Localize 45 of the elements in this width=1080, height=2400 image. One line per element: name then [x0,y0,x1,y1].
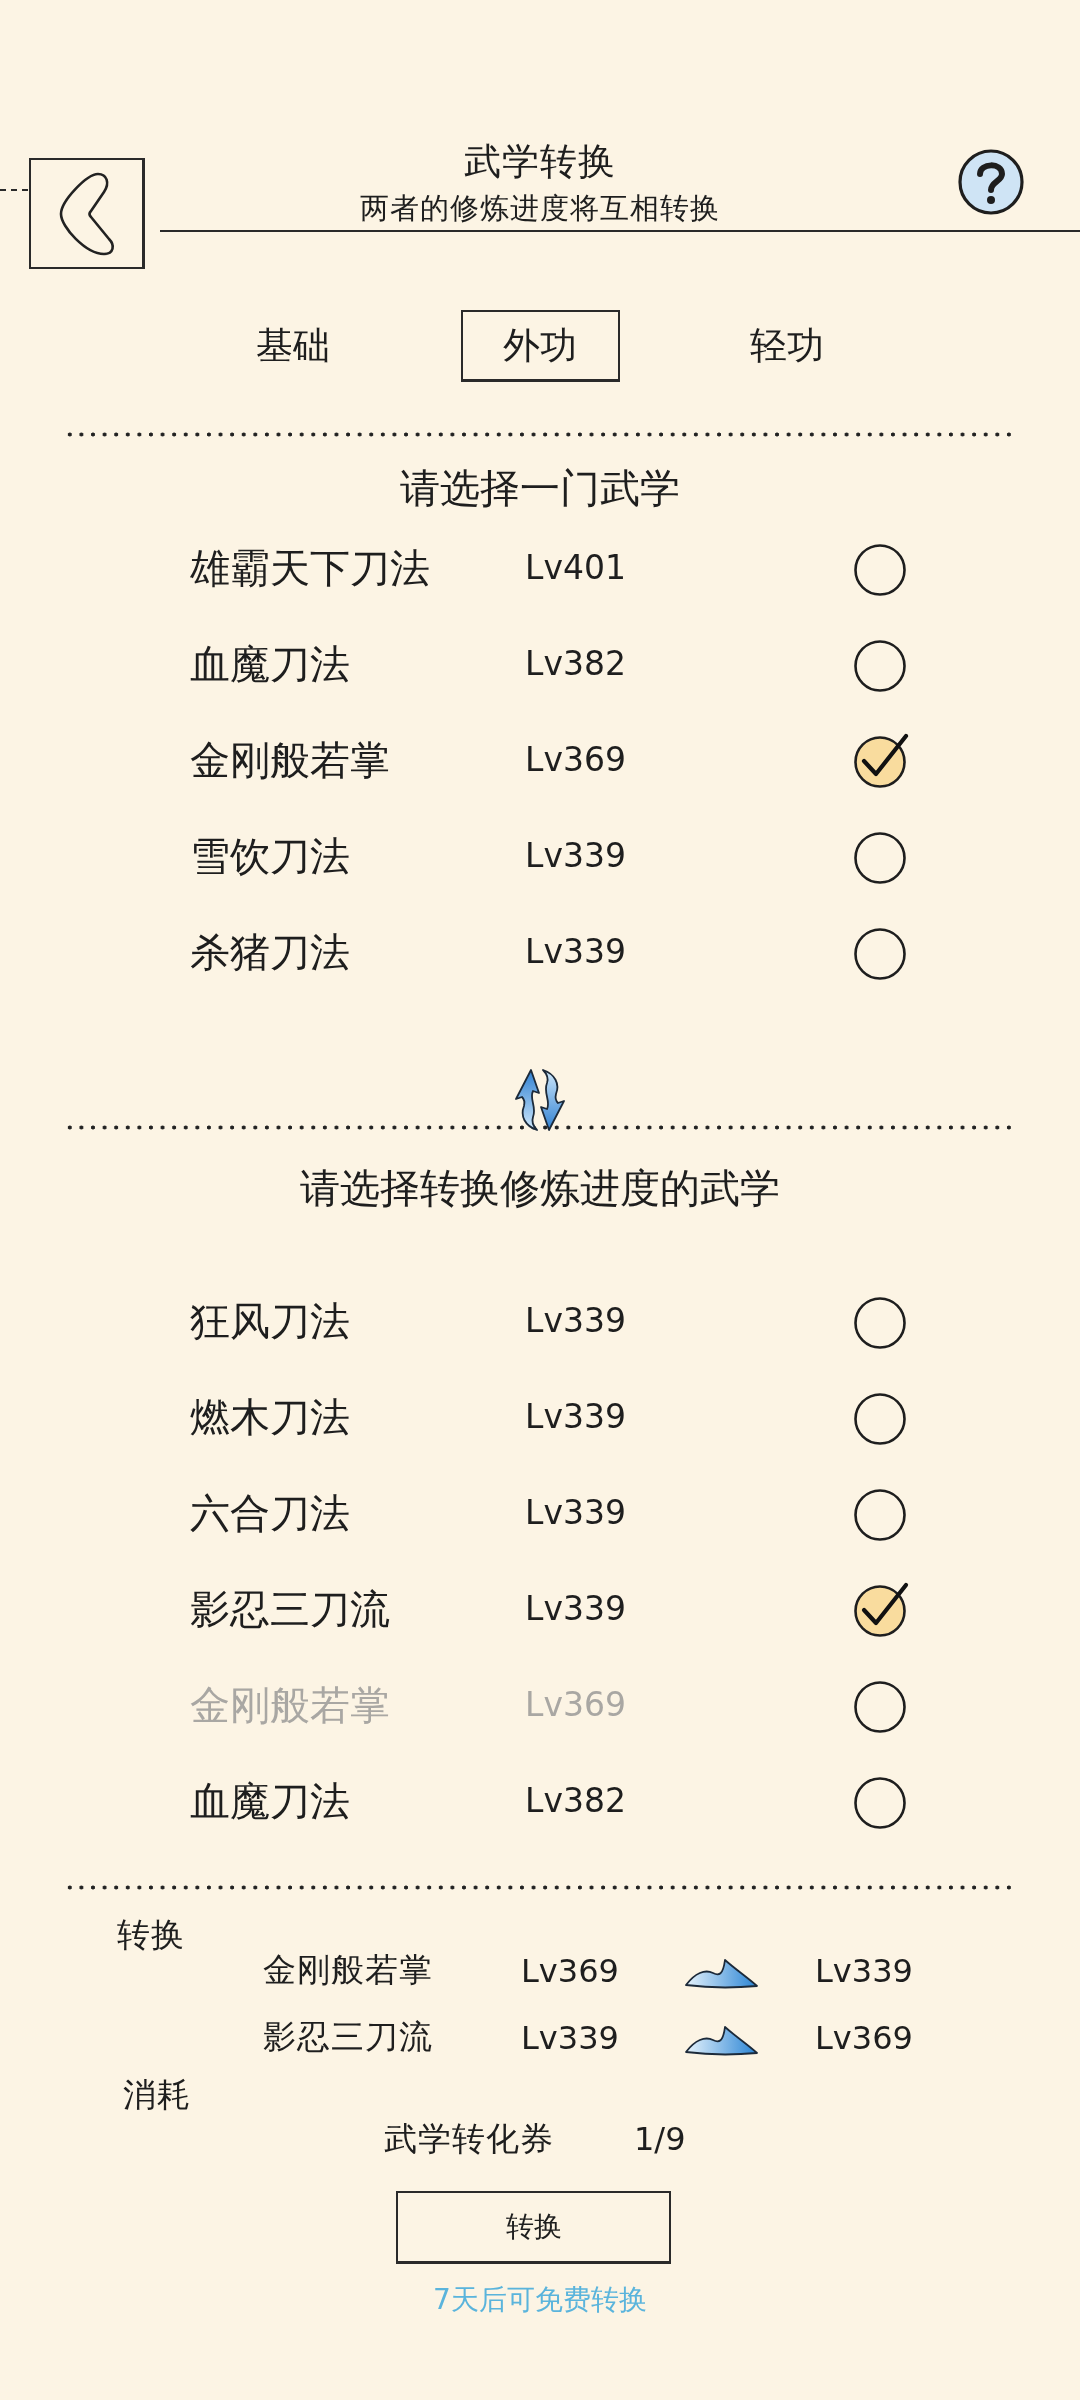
skill-level: Lv382 [525,1780,627,1822]
convert-button[interactable]: 转换 [396,2191,671,2264]
skill-name: 影忍三刀流 [263,2016,434,2058]
skill-name: 杀猪刀法 [190,928,351,977]
free-convert-note: 7天后可免费转换 [433,2283,647,2316]
tab[interactable]: 轻功 [707,310,867,382]
page-title: 武学转换 [463,142,617,182]
skill-level: Lv382 [525,643,627,685]
skill-name: 金刚般若掌 [190,1681,391,1730]
skill-level: Lv339 [525,1396,627,1438]
page-subtitle: 两者的修炼进度将互相转换 [360,190,720,226]
skill-level: Lv339 [525,931,627,973]
tab[interactable]: 外功 [460,310,620,382]
radio-button[interactable] [853,1580,911,1638]
skill-name: 六合刀法 [190,1489,351,1538]
skill-level: Lv339 [525,1300,627,1342]
skill-level: Lv339 [525,835,627,877]
skill-name: 雄霸天下刀法 [190,544,431,593]
skill-name: 燃木刀法 [190,1393,351,1442]
skill-level: Lv369 [521,1951,620,1990]
skill-name: 血魔刀法 [190,640,351,689]
section-title: 请选择转换修炼进度的武学 [300,1164,780,1213]
section-label: 转换 [117,1914,185,1956]
radio-button[interactable] [853,731,911,789]
skill-name: 雪饮刀法 [190,832,351,881]
skill-name: 影忍三刀流 [190,1585,391,1634]
skill-level: Lv369 [525,739,627,781]
skill-name: 金刚般若掌 [263,1949,434,1991]
skill-name: 金刚般若掌 [190,736,391,785]
section-label: 消耗 [123,2074,191,2116]
skill-level: Lv401 [525,547,627,589]
skill-level: Lv369 [815,2018,913,2057]
back-button[interactable] [29,158,145,269]
section-title: 请选择一门武学 [400,464,680,513]
skill-level: Lv369 [525,1684,627,1726]
cost-item-name: 武学转化券 [384,2117,555,2160]
help-icon[interactable] [957,148,1025,216]
skill-name: 狂风刀法 [190,1297,351,1346]
skill-level: Lv339 [525,1588,627,1630]
skill-level: Lv339 [521,2018,620,2057]
skill-level: Lv339 [815,1951,913,1990]
skill-level: Lv339 [525,1492,627,1534]
skill-name: 血魔刀法 [190,1777,351,1826]
cost-count: 1/9 [634,2120,686,2158]
tab[interactable]: 基础 [213,310,373,382]
